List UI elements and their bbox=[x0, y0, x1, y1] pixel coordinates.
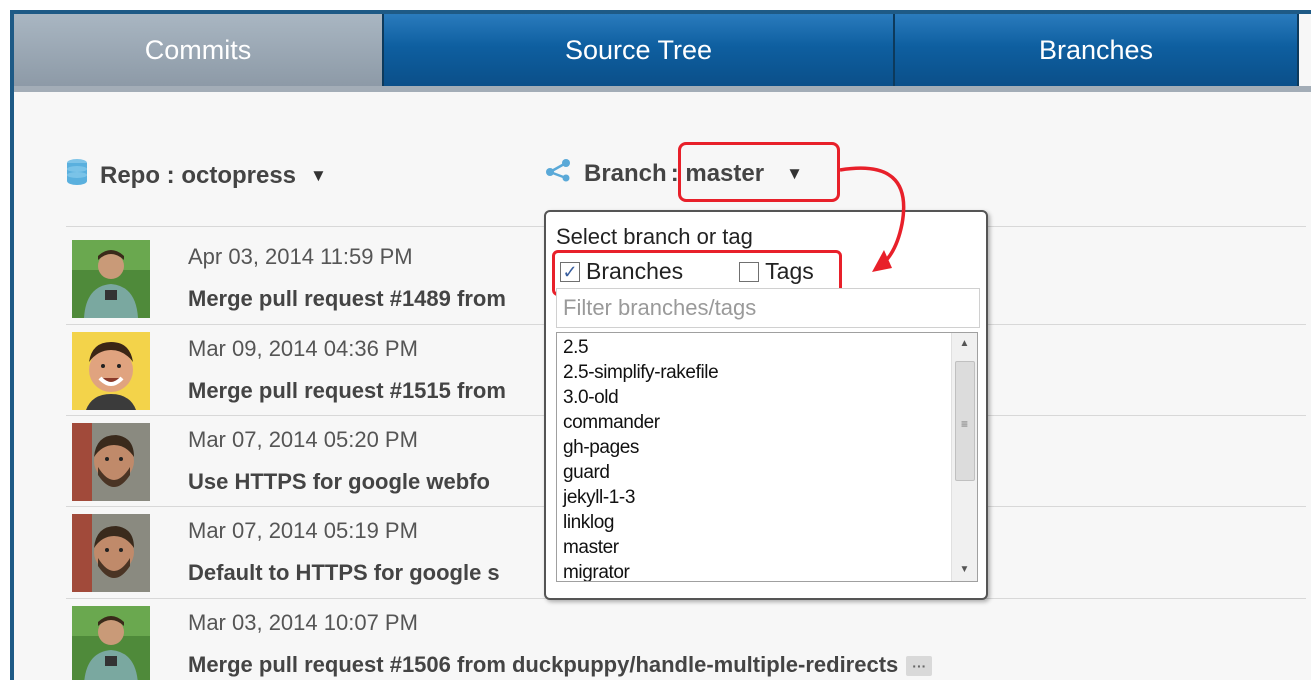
commit-row[interactable]: Mar 03, 2014 10:07 PM Merge pull request… bbox=[66, 598, 1306, 680]
annotation-arrow-icon bbox=[839, 166, 906, 272]
branch-annotation-box bbox=[678, 142, 840, 202]
expand-message-button[interactable]: ··· bbox=[906, 656, 933, 677]
branch-option[interactable]: commander bbox=[563, 410, 718, 435]
branch-option[interactable]: migrator bbox=[563, 560, 718, 581]
commit-date: Mar 03, 2014 10:07 PM bbox=[188, 610, 418, 635]
filter-branches-input[interactable] bbox=[556, 288, 980, 328]
tab-bar-divider bbox=[14, 86, 1311, 92]
branch-option[interactable]: jekyll-1-3 bbox=[563, 485, 718, 510]
commit-date: Mar 07, 2014 05:19 PM bbox=[188, 518, 418, 543]
commit-message[interactable]: Merge pull request #1515 from bbox=[188, 378, 506, 404]
branch-option[interactable]: 2.5 bbox=[563, 335, 718, 360]
tab-bar: Commits Source Tree Branches bbox=[14, 14, 1311, 92]
branch-list: 2.5 2.5-simplify-rakefile 3.0-old comman… bbox=[563, 335, 719, 581]
scroll-down-icon[interactable]: ▼ bbox=[952, 559, 977, 581]
dropdown-title: Select branch or tag bbox=[556, 224, 753, 249]
branch-option[interactable]: master bbox=[563, 535, 718, 560]
chevron-down-icon: ▼ bbox=[310, 165, 327, 185]
branch-option[interactable]: linklog bbox=[563, 510, 718, 535]
tab-source-tree[interactable]: Source Tree bbox=[384, 14, 895, 86]
avatar bbox=[72, 423, 150, 501]
scrollbar-thumb[interactable]: ≡ bbox=[955, 361, 975, 481]
commit-date: Apr 03, 2014 11:59 PM bbox=[188, 244, 413, 269]
database-icon bbox=[66, 158, 88, 193]
branch-option[interactable]: 3.0-old bbox=[563, 385, 718, 410]
commit-date: Mar 07, 2014 05:20 PM bbox=[188, 427, 418, 452]
commit-message-text[interactable]: Merge pull request #1506 from duckpuppy/… bbox=[188, 652, 898, 677]
repo-select[interactable]: Repo : octopress ▼ bbox=[66, 158, 327, 193]
avatar bbox=[72, 332, 150, 410]
avatar bbox=[72, 514, 150, 592]
branch-option[interactable]: gh-pages bbox=[563, 435, 718, 460]
scroll-up-icon[interactable]: ▲ bbox=[952, 333, 977, 355]
commit-message: Merge pull request #1506 from duckpuppy/… bbox=[188, 652, 933, 678]
branch-option[interactable]: 2.5-simplify-rakefile bbox=[563, 360, 719, 385]
grip-icon: ≡ bbox=[961, 417, 969, 431]
commit-message[interactable]: Use HTTPS for google webfo bbox=[188, 469, 490, 495]
commit-message[interactable]: Default to HTTPS for google s bbox=[188, 560, 500, 586]
branch-prefix-label: Branch bbox=[584, 159, 667, 187]
avatar bbox=[72, 606, 150, 680]
app-frame: Commits Source Tree Branches Repo : octo… bbox=[10, 10, 1311, 680]
repo-label: Repo : octopress bbox=[100, 161, 297, 189]
commit-date: Mar 09, 2014 04:36 PM bbox=[188, 336, 418, 361]
toolbar: Repo : octopress ▼ Branch : master ▼ bbox=[14, 154, 1311, 198]
avatar bbox=[72, 240, 150, 318]
branch-listbox[interactable]: 2.5 2.5-simplify-rakefile 3.0-old comman… bbox=[556, 332, 978, 582]
branch-icon bbox=[544, 158, 572, 189]
tab-branches[interactable]: Branches bbox=[895, 14, 1299, 86]
commit-message[interactable]: Merge pull request #1489 from bbox=[188, 286, 506, 312]
branch-option[interactable]: guard bbox=[563, 460, 718, 485]
tab-commits[interactable]: Commits bbox=[14, 14, 384, 86]
scrollbar[interactable]: ▲ ≡ ▼ bbox=[951, 333, 977, 581]
